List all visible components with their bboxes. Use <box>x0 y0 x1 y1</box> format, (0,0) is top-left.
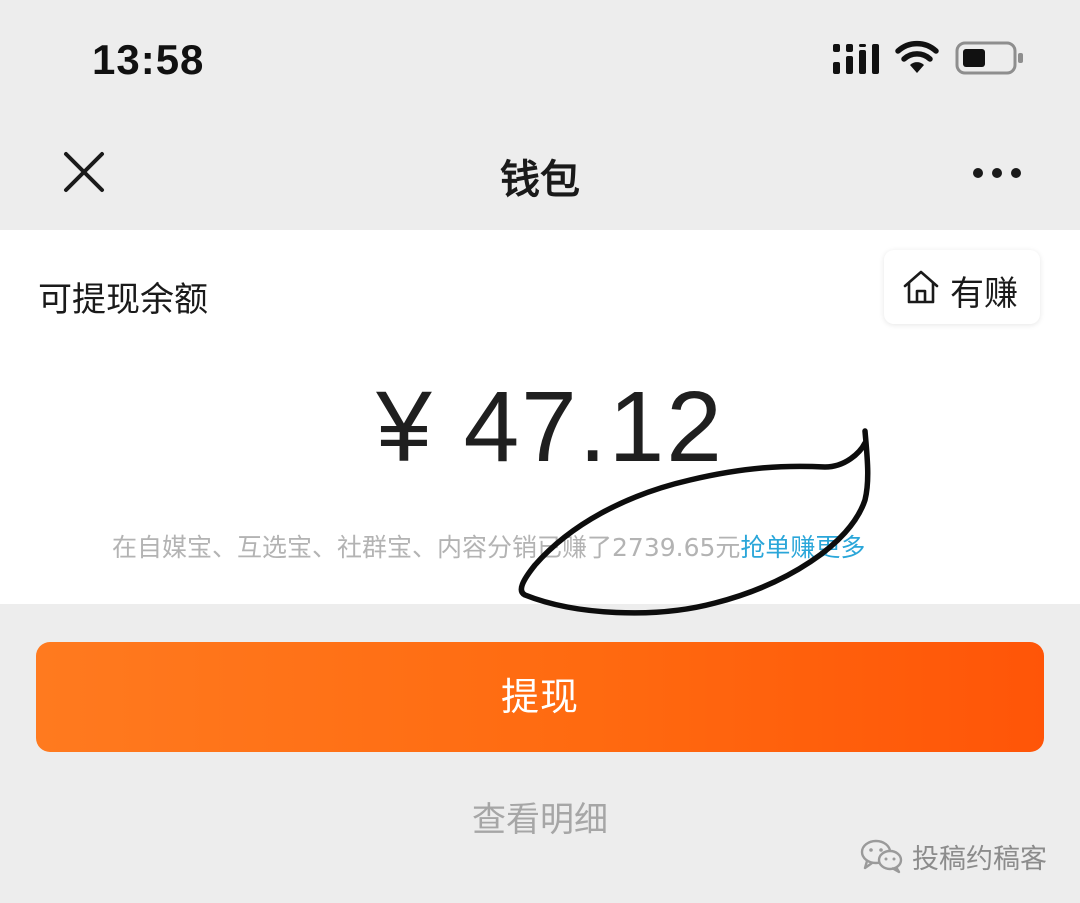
home-icon <box>903 270 939 304</box>
grab-orders-link[interactable]: 抢单赚更多 <box>740 533 865 562</box>
balance-amount: ¥ 47.12 <box>376 371 724 483</box>
page-title: 钱包 <box>500 157 580 203</box>
watermark: 投稿约稿客 <box>860 836 1047 876</box>
cellular-signal-icon <box>833 44 879 74</box>
withdraw-button[interactable]: 提现 <box>36 642 1044 752</box>
nav-bar: 钱包 <box>0 115 1080 230</box>
youzhuan-label: 有赚 <box>950 274 1018 314</box>
earnings-summary: 在自媒宝、互选宝、社群宝、内容分销已赚了2739.65元抢单赚更多 <box>112 528 865 564</box>
youzhuan-button[interactable]: 有赚 <box>884 250 1040 324</box>
wifi-icon <box>895 40 939 73</box>
earnings-text: 在自媒宝、互选宝、社群宝、内容分销已赚了2739.65元 <box>112 533 741 562</box>
status-time: 13:58 <box>92 36 205 83</box>
battery-icon <box>955 41 1023 75</box>
withdrawable-balance-label: 可提现余额 <box>38 280 208 320</box>
watermark-text: 投稿约稿客 <box>912 843 1047 875</box>
wechat-icon <box>860 839 903 874</box>
balance-card: 可提现余额 有赚 ¥ 47.12 在自媒宝、互选宝、社群宝、内容分销已赚了273… <box>0 230 1080 604</box>
view-details-link[interactable]: 查看明细 <box>0 792 1080 841</box>
more-options-icon[interactable] <box>970 165 1024 181</box>
status-bar: 13:58 <box>0 0 1080 115</box>
